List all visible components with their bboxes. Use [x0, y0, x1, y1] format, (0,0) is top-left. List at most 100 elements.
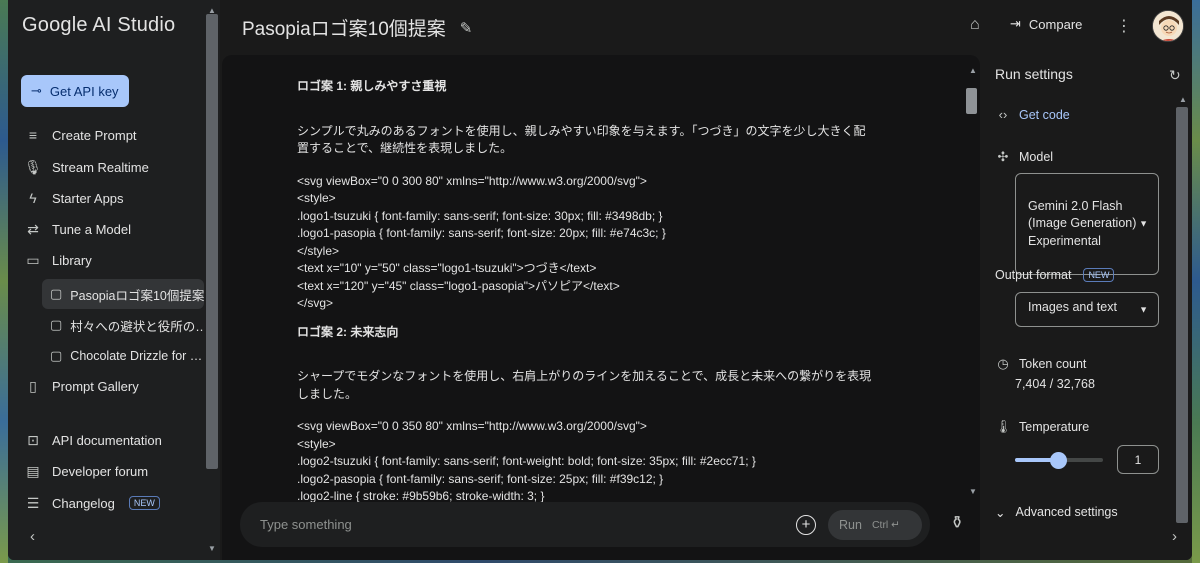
advanced-settings-toggle[interactable]: ⌄ Advanced settings	[995, 505, 1118, 520]
run-label: Run	[839, 517, 862, 532]
run-settings-panel: Run settings ↻ ‹› Get code ✣ Model Gemin…	[986, 55, 1192, 560]
nav-developer-forum[interactable]: ▤ Developer forum	[24, 458, 204, 484]
chevron-down-icon: ⌄	[995, 506, 1006, 520]
model-value: Gemini 2.0 Flash (Image Generation) Expe…	[1028, 198, 1137, 248]
chat-bubble-icon: ▢	[50, 317, 63, 332]
compare-mode-icon[interactable]: ⌂	[970, 16, 980, 34]
key-icon: ⊸	[31, 83, 42, 98]
token-count-label-row: ◷ Token count	[995, 356, 1086, 372]
library-item-pasopia[interactable]: ▢ Pasopiaロゴ案10個提案	[42, 279, 204, 309]
settings-scrollbar[interactable]	[1176, 107, 1188, 523]
sidebar: Google AI Studio ⊸ Get API key ≡ Create …	[8, 0, 220, 560]
nav-tune-model-label: Tune a Model	[52, 221, 132, 237]
avatar[interactable]	[1152, 10, 1184, 42]
clear-chat-icon[interactable]: ⚱	[950, 513, 964, 533]
new-badge: NEW	[128, 496, 160, 510]
chat-bubble-icon: ▢	[50, 286, 63, 301]
compare-icon: ⇥	[1010, 16, 1021, 31]
nav-changelog[interactable]: ☰ Changelog NEW	[24, 490, 204, 516]
brand-title: Google AI Studio	[22, 14, 176, 36]
chevron-down-icon: ▼	[1139, 303, 1148, 314]
library-item-label: 村々への避状と役所の…	[70, 319, 204, 334]
chat-response: ロゴ案 1: 親しみやすさ重視 シンプルで丸みのあるフォントを使用し、親しみやす…	[297, 78, 897, 506]
output-format-value: Images and text	[1028, 300, 1117, 314]
forum-icon: ▤	[26, 462, 40, 479]
chat-bubble-icon: ▢	[50, 348, 63, 363]
sidebar-scrollbar[interactable]	[206, 14, 218, 469]
settings-scroll-up-icon[interactable]: ▲	[1179, 95, 1187, 104]
new-badge: NEW	[1083, 268, 1115, 282]
prompt-title-area: Pasopiaロゴ案10個提案 ✎	[242, 14, 472, 41]
changelog-icon: ☰	[26, 494, 40, 511]
temperature-slider-handle[interactable]	[1050, 452, 1067, 469]
temperature-label-row: 🌡︎ Temperature	[995, 419, 1089, 435]
nav-starter-apps-label: Starter Apps	[52, 190, 124, 206]
nav-changelog-label: Changelog	[52, 495, 115, 511]
chat-scroll-down-icon[interactable]: ▼	[969, 487, 977, 496]
scroll-down-arrow-icon[interactable]: ▼	[208, 544, 216, 553]
prompt-input-bar[interactable]: Type something + Run Ctrl ↵	[240, 502, 930, 547]
thermometer-icon: 🌡︎	[995, 419, 1012, 434]
temperature-input[interactable]: 1	[1117, 445, 1159, 474]
nav-prompt-gallery-label: Prompt Gallery	[52, 378, 139, 394]
document-search-icon: ⊡	[27, 431, 39, 448]
edit-title-icon[interactable]: ✎	[460, 19, 473, 37]
chat-scrollbar[interactable]	[966, 88, 977, 114]
nav-library[interactable]: ▭ Library	[24, 247, 204, 273]
run-button[interactable]: Run Ctrl ↵	[828, 509, 922, 540]
prompt-input[interactable]: Type something	[260, 517, 352, 532]
nav-api-docs-label: API documentation	[52, 432, 162, 448]
get-code-link[interactable]: ‹› Get code	[995, 107, 1070, 122]
collapse-sidebar-icon[interactable]: ‹	[30, 528, 35, 545]
page-title: Pasopiaロゴ案10個提案	[242, 19, 446, 40]
logo2-description: シャープでモダンなフォントを使用し、右肩上がりのラインを加えることで、成長と未来…	[297, 369, 872, 401]
get-api-key-label: Get API key	[49, 83, 119, 99]
nav-prompt-gallery[interactable]: ▯ Prompt Gallery	[24, 373, 204, 399]
nav-stream-realtime-label: Stream Realtime	[52, 159, 149, 175]
library-item-label: Chocolate Drizzle for …	[70, 349, 203, 363]
chat-scroll-up-icon[interactable]: ▲	[969, 66, 977, 75]
tune-icon: ⇄	[27, 220, 39, 237]
library-item-label: Pasopiaロゴ案10個提案	[70, 288, 204, 303]
logo1-svg-code: <svg viewBox="0 0 300 80" xmlns="http://…	[297, 173, 666, 311]
model-icon: ✣	[997, 149, 1009, 164]
model-label-row: ✣ Model	[995, 149, 1054, 165]
expand-panel-icon[interactable]: ›	[1172, 528, 1177, 545]
output-format-select[interactable]: Images and text ▼	[1015, 292, 1159, 327]
nav-tune-model[interactable]: ⇄ Tune a Model	[24, 216, 204, 242]
nav-developer-forum-label: Developer forum	[52, 463, 149, 479]
code-icon: ‹›	[998, 107, 1008, 122]
compare-label: Compare	[1028, 16, 1083, 32]
logo2-svg-code: <svg viewBox="0 0 350 80" xmlns="http://…	[297, 419, 756, 503]
temperature-label: Temperature	[1019, 420, 1090, 434]
token-count-label: Token count	[1019, 357, 1087, 371]
book-icon: ▯	[29, 377, 37, 394]
desktop-wallpaper-right	[1192, 0, 1200, 563]
nav-api-documentation[interactable]: ⊡ API documentation	[24, 427, 204, 453]
output-format-label-row: Output format NEW	[995, 268, 1115, 282]
logo2-heading: ロゴ案 2: 未来志向	[297, 324, 399, 339]
nav-create-prompt-label: Create Prompt	[52, 127, 137, 143]
library-item-chocolate[interactable]: ▢ Chocolate Drizzle for …	[42, 341, 204, 371]
token-icon: ◷	[997, 356, 1009, 371]
get-api-key-button[interactable]: ⊸ Get API key	[21, 75, 129, 107]
nav-stream-realtime[interactable]: 🎙︎ Stream Realtime	[24, 154, 204, 180]
get-code-label: Get code	[1019, 107, 1070, 122]
ai-studio-window: Google AI Studio ⊸ Get API key ≡ Create …	[8, 0, 1192, 560]
output-format-label: Output format	[995, 268, 1072, 282]
more-options-icon[interactable]: ⋮	[1116, 16, 1132, 36]
lightning-icon: ϟ	[29, 190, 37, 206]
compare-button[interactable]: ⇥ Compare	[1010, 16, 1082, 32]
chevron-down-icon: ▼	[1139, 218, 1148, 228]
run-shortcut: Ctrl ↵	[871, 518, 900, 531]
library-item-village[interactable]: ▢ 村々への避状と役所の…	[42, 310, 204, 340]
token-count-value: 7,404 / 32,768	[1015, 377, 1095, 391]
nav-starter-apps[interactable]: ϟ Starter Apps	[24, 185, 204, 211]
advanced-settings-label: Advanced settings	[1015, 505, 1118, 519]
nav-create-prompt[interactable]: ≡ Create Prompt	[24, 122, 204, 148]
reset-settings-icon[interactable]: ↻	[1169, 67, 1181, 84]
model-select[interactable]: Gemini 2.0 Flash (Image Generation) Expe…	[1015, 173, 1159, 275]
chat-panel: ロゴ案 1: 親しみやすさ重視 シンプルで丸みのあるフォントを使用し、親しみやす…	[222, 55, 980, 560]
add-media-icon[interactable]: +	[796, 514, 816, 535]
nav-library-label: Library	[52, 252, 92, 268]
